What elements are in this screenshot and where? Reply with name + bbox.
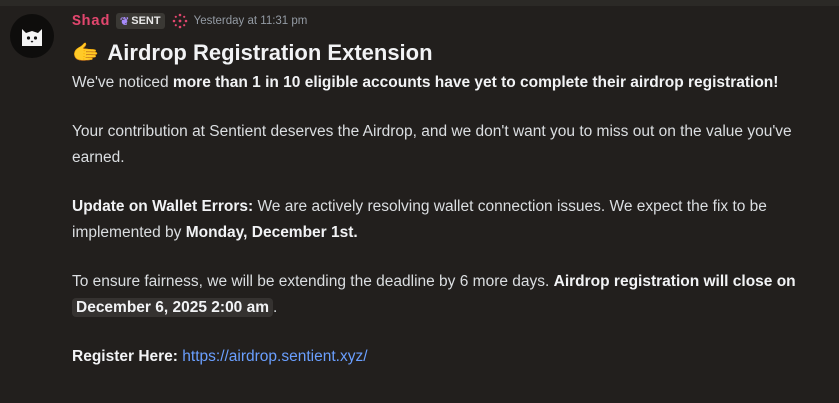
server-tag[interactable]: ❦ SENT	[116, 13, 165, 29]
wallet-fix-date: Monday, December 1st.	[185, 224, 358, 241]
deadline-text: To ensure fairness, we will be extending…	[72, 273, 554, 290]
message-timestamp[interactable]: Yesterday at 11:31 pm	[194, 15, 308, 27]
paragraph-wallet-errors: Update on Wallet Errors: We are actively…	[72, 194, 812, 246]
deadline-end: .	[273, 299, 278, 316]
register-link[interactable]: https://airdrop.sentient.xyz/	[182, 348, 367, 365]
heading-text: Airdrop Registration Extension	[107, 40, 433, 65]
chat-message: Shad ❦ SENT Yesterday at 11:31 pm 🫱 Aird…	[0, 6, 839, 403]
deadline-bold: Airdrop registration will close on	[553, 273, 796, 290]
username[interactable]: Shad	[72, 13, 110, 30]
cat-avatar-icon	[22, 29, 42, 46]
wallet-errors-label: Update on Wallet Errors:	[72, 198, 254, 215]
paragraph-register: Register Here: https://airdrop.sentient.…	[72, 344, 812, 370]
message-header: Shad ❦ SENT Yesterday at 11:31 pm	[72, 10, 307, 32]
paragraph-contribution: Your contribution at Sentient deserves t…	[72, 123, 792, 166]
notice-lead: We've noticed	[72, 74, 173, 91]
notice-bold: more than 1 in 10 eligible accounts have…	[172, 74, 779, 91]
paragraph-deadline: To ensure fairness, we will be extending…	[72, 269, 812, 321]
user-avatar[interactable]	[10, 14, 54, 58]
sparkle-role-icon[interactable]	[172, 13, 188, 29]
paragraph-notice: We've noticed more than 1 in 10 eligible…	[72, 70, 812, 96]
leaf-icon: ❦	[120, 15, 130, 28]
register-label: Register Here:	[72, 348, 178, 365]
message-content: 🫱 Airdrop Registration Extension We've n…	[72, 36, 812, 370]
message-heading: 🫱 Airdrop Registration Extension	[72, 36, 812, 70]
handshake-icon: 🫱	[72, 40, 100, 65]
server-tag-label: SENT	[131, 15, 161, 27]
deadline-timestamp[interactable]: December 6, 2025 2:00 am	[72, 298, 274, 317]
